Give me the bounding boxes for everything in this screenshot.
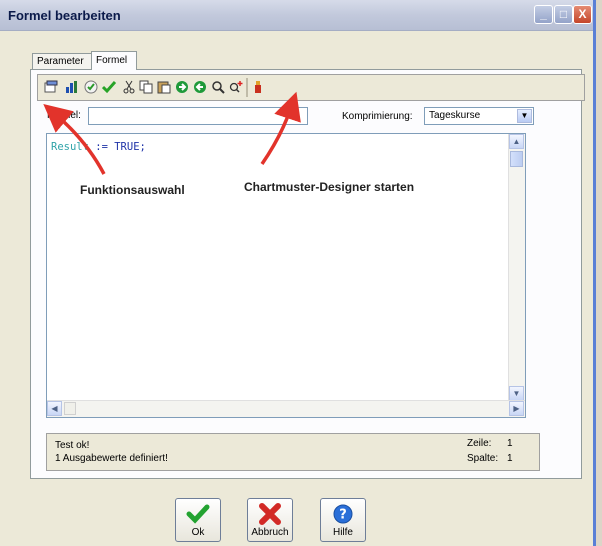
annotation-arrows (43, 91, 301, 175)
annotation-funktionsauswahl: Funktionsauswahl (80, 183, 185, 197)
dialog-window: Formel bearbeiten _ □ X Parameter Formel (0, 0, 596, 546)
arrow-funktionsauswahl (43, 103, 106, 175)
annotation-chartmuster: Chartmuster-Designer starten (244, 180, 415, 194)
arrow-chartmuster (260, 91, 301, 165)
tab-formel[interactable]: Formel (91, 51, 137, 70)
